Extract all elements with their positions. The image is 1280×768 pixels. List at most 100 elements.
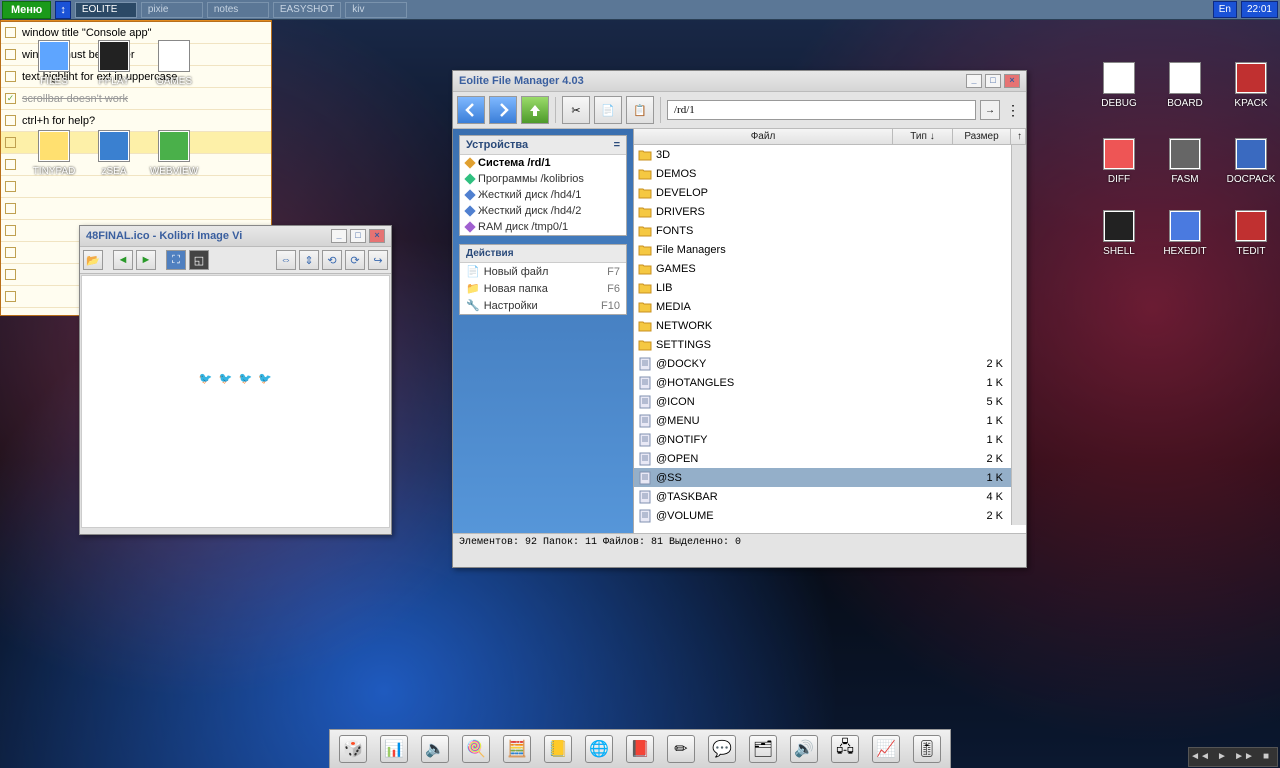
file-row[interactable]: NETWORK [634, 316, 1011, 335]
task-item-notes[interactable]: notes [207, 2, 269, 18]
dock-sliders-icon[interactable]: 🎚 [910, 733, 944, 765]
file-row[interactable]: @HOTANGLES1 K [634, 373, 1011, 392]
dock-sound-icon[interactable]: 🔈 [418, 733, 452, 765]
next-icon[interactable]: ► [136, 250, 156, 270]
dock-irc-icon[interactable]: 💬 [705, 733, 739, 765]
desktop-icon-tinypad[interactable]: TINYPAD [24, 130, 84, 177]
desktop-icon-webview[interactable]: WEBVIEW [144, 130, 204, 177]
file-row[interactable]: @OPEN2 K [634, 449, 1011, 468]
task-item-pixie[interactable]: pixie [141, 2, 203, 18]
device-item[interactable]: Программы /kolibrios [460, 171, 626, 187]
dock-pencil-icon[interactable]: ✏ [664, 733, 698, 765]
up-button[interactable] [521, 96, 549, 124]
note-checkbox[interactable] [5, 49, 16, 60]
desktop-icon-board[interactable]: BOARD [1155, 62, 1215, 109]
dock-network-icon[interactable]: 🖧 [828, 733, 862, 765]
actual-icon[interactable]: ◱ [189, 250, 209, 270]
file-row[interactable]: MEDIA [634, 297, 1011, 316]
lang-indicator[interactable]: En [1213, 1, 1237, 18]
file-row[interactable]: @VOLUME2 K [634, 506, 1011, 525]
dock-monitor-icon[interactable]: 📈 [869, 733, 903, 765]
file-row[interactable]: DEVELOP [634, 183, 1011, 202]
file-row[interactable]: @DOCKY2 K [634, 354, 1011, 373]
note-row[interactable]: ✓scrollbar doesn't work [1, 88, 271, 110]
open-icon[interactable]: 📂 [83, 250, 103, 270]
fit-icon[interactable]: ⛶ [166, 250, 186, 270]
desktop-icon-fplay[interactable]: FPLAY [84, 40, 144, 87]
rotate-r-icon[interactable]: ⟳ [345, 250, 365, 270]
col-type[interactable]: Тип ↓ [893, 129, 953, 144]
file-row[interactable]: @TASKBAR4 K [634, 487, 1011, 506]
flip-h-icon[interactable]: ⇔ [276, 250, 296, 270]
path-input[interactable] [667, 100, 976, 120]
dock-notepad-icon[interactable]: 📒 [541, 733, 575, 765]
media-btn-0[interactable]: ◄◄ [1189, 748, 1211, 766]
desktop-icon-diff[interactable]: DIFF [1089, 138, 1149, 185]
note-checkbox[interactable] [5, 159, 16, 170]
note-checkbox[interactable] [5, 27, 16, 38]
paste-button[interactable]: 📋 [626, 96, 654, 124]
note-checkbox[interactable] [5, 225, 16, 236]
desktop-icon-kpack[interactable]: KPACK [1221, 62, 1280, 109]
file-row[interactable]: LIB [634, 278, 1011, 297]
dock-chart-icon[interactable]: 📊 [377, 733, 411, 765]
media-btn-1[interactable]: ► [1211, 748, 1233, 766]
action-item[interactable]: 🔧НастройкиF10 [460, 297, 626, 314]
note-checkbox[interactable] [5, 137, 16, 148]
menu-icon[interactable]: ⋮ [1004, 102, 1022, 119]
dock-volume-icon[interactable]: 🔊 [787, 733, 821, 765]
desktop-icon-docpack[interactable]: DOCPACK [1221, 138, 1280, 185]
media-btn-2[interactable]: ►► [1233, 748, 1255, 766]
dock-book-icon[interactable]: 📕 [623, 733, 657, 765]
device-item[interactable]: RAM диск /tmp0/1 [460, 219, 626, 235]
file-row[interactable]: File Managers [634, 240, 1011, 259]
note-checkbox[interactable]: ✓ [5, 93, 16, 104]
start-menu-button[interactable]: Меню [2, 1, 51, 19]
desktop-icon-hexedit[interactable]: HEXEDIT [1155, 210, 1215, 257]
desktop-icon-games[interactable]: GAMES [144, 40, 204, 87]
task-item-kiv[interactable]: kiv [345, 2, 407, 18]
go-button[interactable]: → [980, 100, 1000, 120]
dock-explorer-icon[interactable]: 🗂 [746, 733, 780, 765]
action-item[interactable]: 📄Новый файлF7 [460, 263, 626, 280]
eolite-titlebar[interactable]: Eolite File Manager 4.03 _ □ × [453, 71, 1026, 92]
note-checkbox[interactable] [5, 71, 16, 82]
arrow-icon[interactable]: ↪ [368, 250, 388, 270]
file-row[interactable]: GAMES [634, 259, 1011, 278]
note-checkbox[interactable] [5, 247, 16, 258]
maximize-button[interactable]: □ [985, 74, 1001, 88]
collapse-icon[interactable]: = [614, 139, 620, 151]
maximize-button[interactable]: □ [350, 229, 366, 243]
note-row[interactable] [1, 176, 271, 198]
desktop-icon-fasm[interactable]: FASM [1155, 138, 1215, 185]
dock-lang-icon[interactable]: 🌐 [582, 733, 616, 765]
col-file[interactable]: Файл [634, 129, 893, 144]
note-checkbox[interactable] [5, 291, 16, 302]
note-checkbox[interactable] [5, 269, 16, 280]
desktop-icon-shell[interactable]: SHELL [1089, 210, 1149, 257]
device-item[interactable]: Жесткий диск /hd4/1 [460, 187, 626, 203]
file-row[interactable]: 3D [634, 145, 1011, 164]
device-item[interactable]: Жесткий диск /hd4/2 [460, 203, 626, 219]
clock[interactable]: 22:01 [1241, 1, 1278, 18]
flip-v-icon[interactable]: ⇕ [299, 250, 319, 270]
media-btn-3[interactable]: ■ [1255, 748, 1277, 766]
close-button[interactable]: × [1004, 74, 1020, 88]
file-row[interactable]: @MENU1 K [634, 411, 1011, 430]
task-item-eolite[interactable]: EOLITE [75, 2, 137, 18]
prev-icon[interactable]: ◄ [113, 250, 133, 270]
taskbar-arrow[interactable]: ↕ [55, 1, 71, 19]
file-row[interactable]: SETTINGS [634, 335, 1011, 354]
action-item[interactable]: 📁Новая папкаF6 [460, 280, 626, 297]
dock-cube-icon[interactable]: 🎲 [336, 733, 370, 765]
file-row[interactable]: @SS1 K [634, 468, 1011, 487]
back-button[interactable] [457, 96, 485, 124]
note-row[interactable]: ctrl+h for help? [1, 110, 271, 132]
desktop-icon-tedit[interactable]: TEDIT [1221, 210, 1280, 257]
file-row[interactable]: FONTS [634, 221, 1011, 240]
dock-calc-icon[interactable]: 🧮 [500, 733, 534, 765]
minimize-button[interactable]: _ [331, 229, 347, 243]
file-row[interactable]: DEMOS [634, 164, 1011, 183]
file-row[interactable]: @ICON5 K [634, 392, 1011, 411]
file-row[interactable]: @NOTIFY1 K [634, 430, 1011, 449]
